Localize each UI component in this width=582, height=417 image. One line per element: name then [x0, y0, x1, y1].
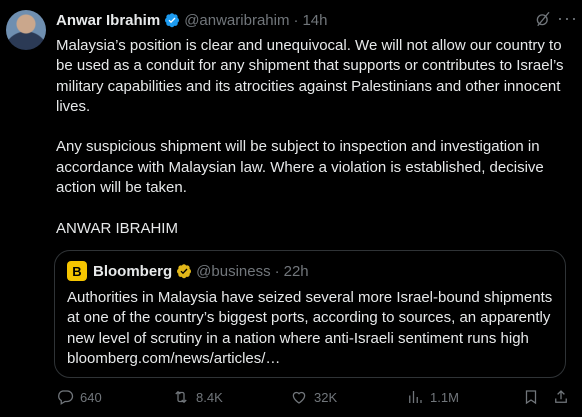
quote-separator-dot: ·	[274, 262, 280, 280]
share-button[interactable]	[552, 388, 570, 406]
action-bar: 640 8.4K 32K 1.1M	[56, 388, 576, 412]
reply-icon	[58, 390, 74, 405]
bloomberg-logo-icon: B	[67, 261, 87, 281]
bookmark-button[interactable]	[522, 388, 540, 406]
repost-count: 8.4K	[196, 389, 223, 405]
verified-badge-icon	[165, 13, 180, 28]
gold-verified-badge-icon	[177, 264, 192, 279]
reply-button[interactable]: 640	[56, 388, 102, 406]
reply-count: 640	[80, 389, 102, 405]
like-count: 32K	[314, 389, 338, 405]
views-count: 1.1M	[430, 389, 459, 405]
like-icon	[292, 391, 306, 404]
bookmark-icon	[525, 390, 537, 405]
repost-button[interactable]: 8.4K	[172, 388, 223, 406]
quote-author-handle: @business	[196, 262, 271, 280]
author-handle[interactable]: @anwaribrahim	[184, 12, 289, 29]
tweet-header: Anwar Ibrahim @anwaribrahim · 14h	[56, 9, 570, 31]
views-button[interactable]: 1.1M	[406, 388, 459, 406]
repost-icon	[175, 390, 187, 404]
tweet-time[interactable]: 14h	[302, 12, 327, 29]
quote-author-name: Bloomberg	[93, 262, 173, 280]
grok-icon[interactable]	[534, 10, 552, 28]
views-icon	[409, 391, 422, 403]
share-icon	[555, 390, 567, 403]
quote-text: Authorities in Malaysia have seized seve…	[67, 289, 553, 367]
more-icon[interactable]: ···	[557, 8, 578, 29]
author-name[interactable]: Anwar Ibrahim	[56, 12, 160, 29]
avatar[interactable]	[6, 10, 46, 50]
quote-time: 22h	[283, 262, 309, 280]
tweet-text: Malaysia’s position is clear and unequiv…	[56, 37, 564, 237]
separator-dot: ·	[293, 11, 299, 29]
quoted-tweet[interactable]: B Bloomberg @business · 22h Authorities …	[54, 250, 566, 378]
like-button[interactable]: 32K	[290, 388, 337, 406]
quote-header: B Bloomberg @business · 22h	[67, 261, 309, 281]
